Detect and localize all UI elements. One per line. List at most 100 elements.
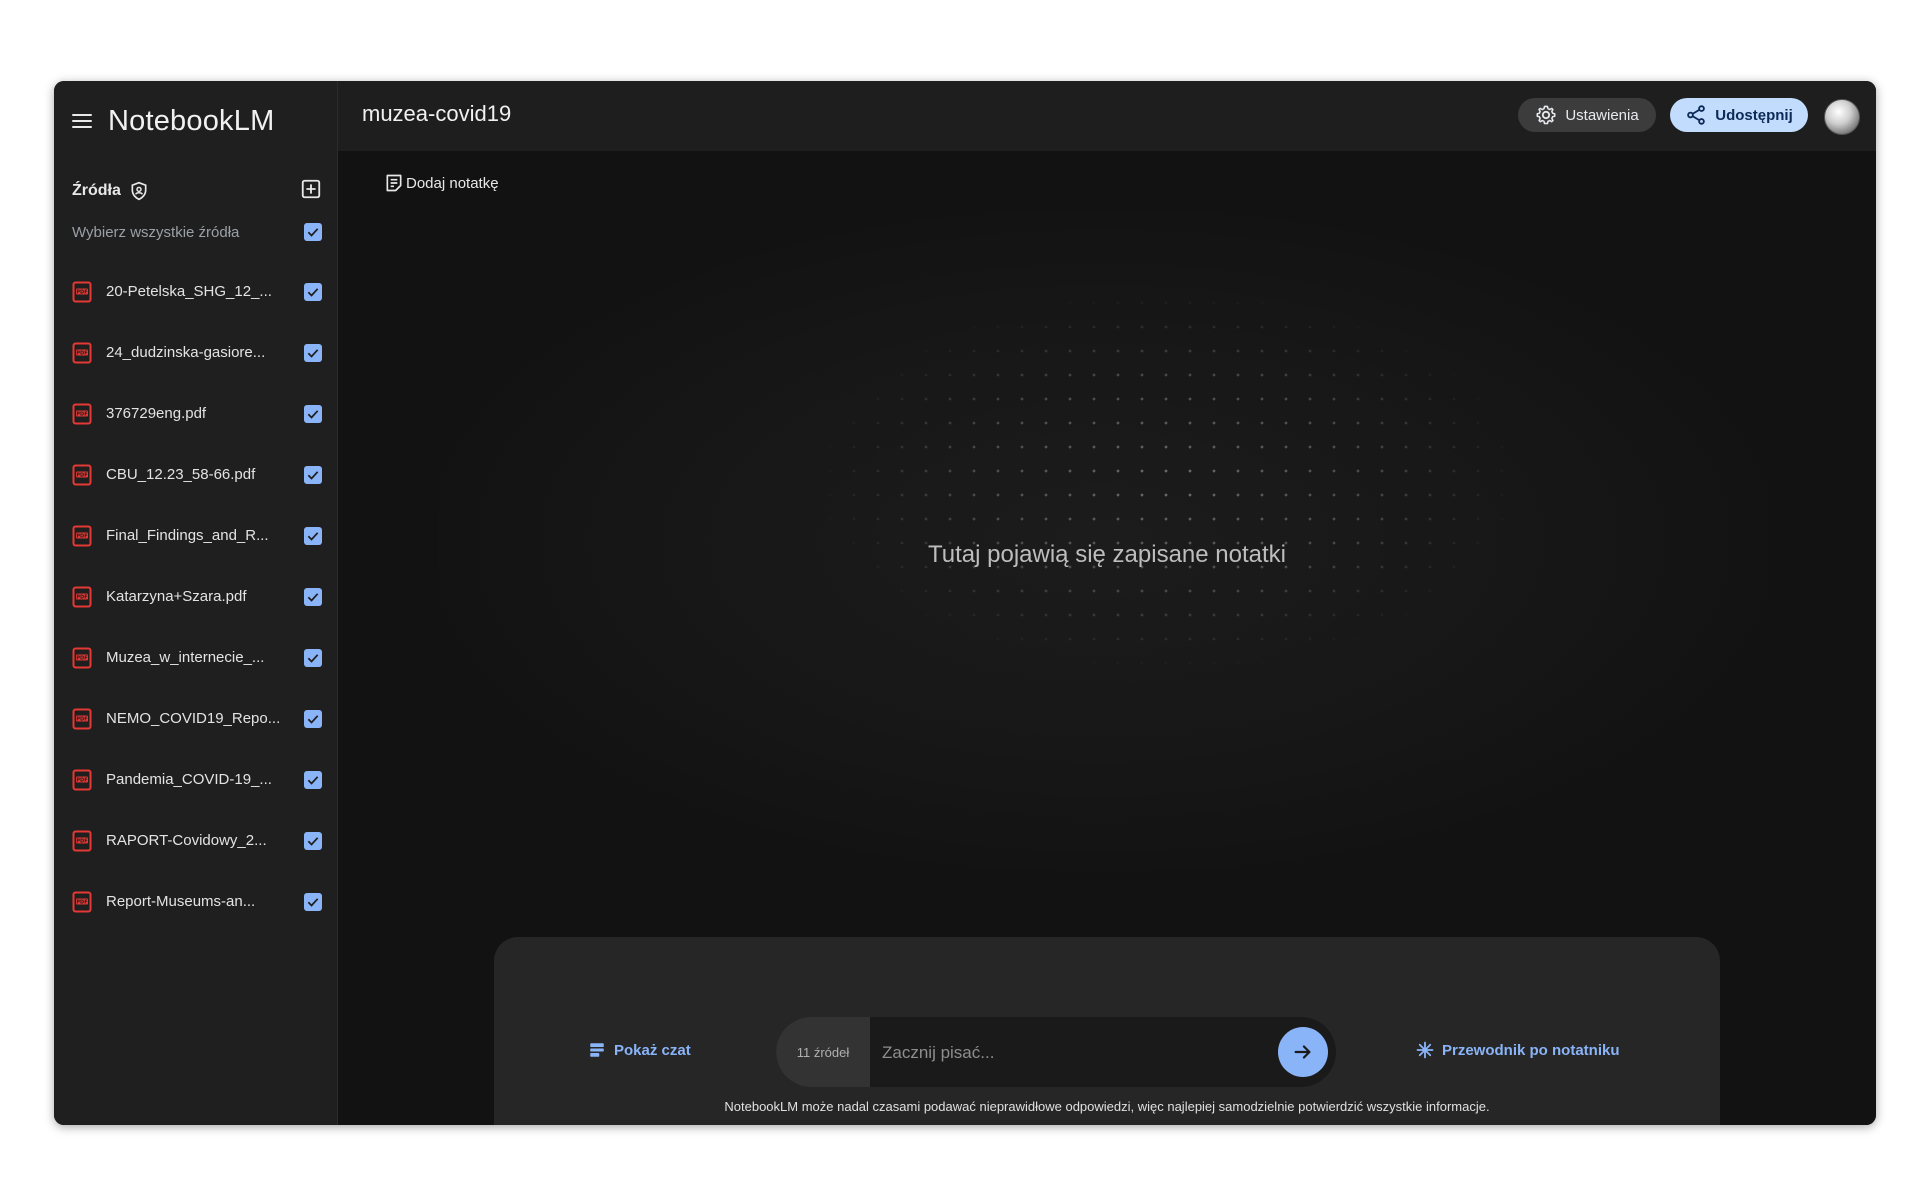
pdf-icon: PDF: [72, 464, 92, 485]
source-checkbox[interactable]: [304, 343, 322, 362]
pdf-icon: PDF: [72, 891, 92, 912]
pdf-icon: PDF: [72, 830, 92, 851]
note-add-icon: [386, 174, 402, 192]
pdf-icon: PDF: [72, 769, 92, 790]
source-checkbox[interactable]: [304, 404, 322, 423]
svg-text:PDF: PDF: [76, 350, 87, 356]
source-count-badge[interactable]: 11 źródeł: [776, 1017, 870, 1087]
chat-input-container: 11 źródeł: [776, 1017, 1336, 1087]
notebook-guide-label: Przewodnik po notatniku: [1442, 1041, 1620, 1059]
pdf-icon: PDF: [72, 525, 92, 546]
source-item[interactable]: PDF 20-Petelska_SHG_12_...: [72, 261, 322, 322]
svg-text:PDF: PDF: [76, 594, 87, 600]
check-icon: [307, 470, 319, 480]
share-button[interactable]: Udostępnij: [1670, 98, 1808, 132]
svg-text:PDF: PDF: [76, 716, 87, 722]
source-name: Final_Findings_and_R...: [106, 527, 269, 544]
source-item[interactable]: PDF NEMO_COVID19_Repo...: [72, 688, 322, 749]
pdf-icon: PDF: [72, 403, 92, 424]
source-item[interactable]: PDF Final_Findings_and_R...: [72, 505, 322, 566]
check-icon: [307, 531, 319, 541]
source-checkbox[interactable]: [304, 831, 322, 850]
source-item[interactable]: PDF Katarzyna+Szara.pdf: [72, 566, 322, 627]
empty-notes-message: Tutaj pojawią się zapisane notatki: [928, 541, 1286, 568]
svg-text:PDF: PDF: [76, 472, 87, 478]
check-icon: [307, 287, 319, 297]
show-chat-button[interactable]: Pokaż czat: [588, 1041, 691, 1059]
source-item[interactable]: PDF RAPORT-Covidowy_2...: [72, 810, 322, 871]
main-area: muzea-covid19 Ustawienia Udostępnij Doda…: [338, 81, 1876, 1125]
source-name: Katarzyna+Szara.pdf: [106, 588, 247, 605]
menu-icon[interactable]: [72, 113, 94, 129]
notebook-title[interactable]: muzea-covid19: [362, 101, 511, 127]
settings-label: Ustawienia: [1565, 106, 1639, 124]
source-checkbox[interactable]: [304, 770, 322, 789]
add-note-button[interactable]: Dodaj notatkę: [384, 169, 499, 197]
check-icon: [307, 592, 319, 602]
disclaimer: NotebookLM może nadal czasami podawać ni…: [724, 1099, 1490, 1114]
sidebar: NotebookLM Źródła Wybierz wszystkie źród…: [54, 81, 338, 1125]
send-button[interactable]: [1278, 1027, 1328, 1077]
sources-header: Źródła: [72, 176, 322, 206]
source-item[interactable]: PDF Report-Museums-an...: [72, 871, 322, 932]
source-checkbox[interactable]: [304, 526, 322, 545]
add-source-icon[interactable]: [300, 178, 322, 200]
select-all-sources[interactable]: Wybierz wszystkie źródła: [72, 218, 322, 246]
pdf-icon: PDF: [72, 708, 92, 729]
check-icon: [307, 348, 319, 358]
svg-text:PDF: PDF: [76, 777, 87, 783]
svg-text:PDF: PDF: [76, 533, 87, 539]
gear-icon: [1536, 105, 1556, 125]
settings-button[interactable]: Ustawienia: [1518, 98, 1656, 132]
share-label: Udostępnij: [1715, 106, 1793, 124]
svg-text:PDF: PDF: [76, 411, 87, 417]
source-item[interactable]: PDF Muzea_w_internecie_...: [72, 627, 322, 688]
pdf-icon: PDF: [72, 281, 92, 302]
check-icon: [307, 714, 319, 724]
check-icon: [307, 409, 319, 419]
source-checkbox[interactable]: [304, 282, 322, 301]
app-window: NotebookLM Źródła Wybierz wszystkie źród…: [54, 81, 1876, 1125]
source-checkbox[interactable]: [304, 587, 322, 606]
source-item[interactable]: PDF Pandemia_COVID-19_...: [72, 749, 322, 810]
svg-text:PDF: PDF: [76, 899, 87, 905]
source-item[interactable]: PDF 24_dudzinska-gasiore...: [72, 322, 322, 383]
sources-title: Źródła: [72, 182, 121, 199]
source-checkbox[interactable]: [304, 465, 322, 484]
brand: NotebookLM: [72, 101, 274, 141]
arrow-right-icon: [1294, 1045, 1311, 1059]
source-name: NEMO_COVID19_Repo...: [106, 710, 281, 727]
source-name: 24_dudzinska-gasiore...: [106, 344, 266, 361]
select-all-label: Wybierz wszystkie źródła: [72, 223, 240, 241]
shield-icon: [131, 181, 147, 201]
svg-text:PDF: PDF: [76, 289, 87, 295]
add-note-label: Dodaj notatkę: [406, 174, 499, 192]
source-name: RAPORT-Covidowy_2...: [106, 832, 267, 849]
pdf-icon: PDF: [72, 342, 92, 363]
sparkle-icon: [1416, 1041, 1434, 1059]
avatar[interactable]: [1824, 99, 1860, 135]
check-icon: [307, 897, 319, 907]
chat-input[interactable]: [880, 1033, 1264, 1073]
share-icon: [1687, 105, 1706, 125]
select-all-checkbox[interactable]: [304, 223, 322, 241]
notebook-guide-button[interactable]: Przewodnik po notatniku: [1416, 1041, 1620, 1059]
dot-pattern: [818, 291, 1518, 671]
check-icon: [307, 228, 319, 237]
svg-text:PDF: PDF: [76, 655, 87, 661]
source-checkbox[interactable]: [304, 892, 322, 911]
chat-panel: Pokaż czat 11 źródeł Przewodnik po notat…: [494, 937, 1720, 1125]
chat-icon: [590, 1043, 604, 1057]
check-icon: [307, 653, 319, 663]
source-name: Muzea_w_internecie_...: [106, 649, 265, 666]
source-item[interactable]: PDF CBU_12.23_58-66.pdf: [72, 444, 322, 505]
source-item[interactable]: PDF 376729eng.pdf: [72, 383, 322, 444]
source-checkbox[interactable]: [304, 709, 322, 728]
source-name: Report-Museums-an...: [106, 893, 256, 910]
app-title: NotebookLM: [108, 104, 275, 137]
source-list: PDF 20-Petelska_SHG_12_... PDF 24_dudzinska…: [72, 261, 322, 932]
check-icon: [307, 836, 319, 846]
source-checkbox[interactable]: [304, 648, 322, 667]
pdf-icon: PDF: [72, 647, 92, 668]
source-name: Pandemia_COVID-19_...: [106, 771, 272, 788]
